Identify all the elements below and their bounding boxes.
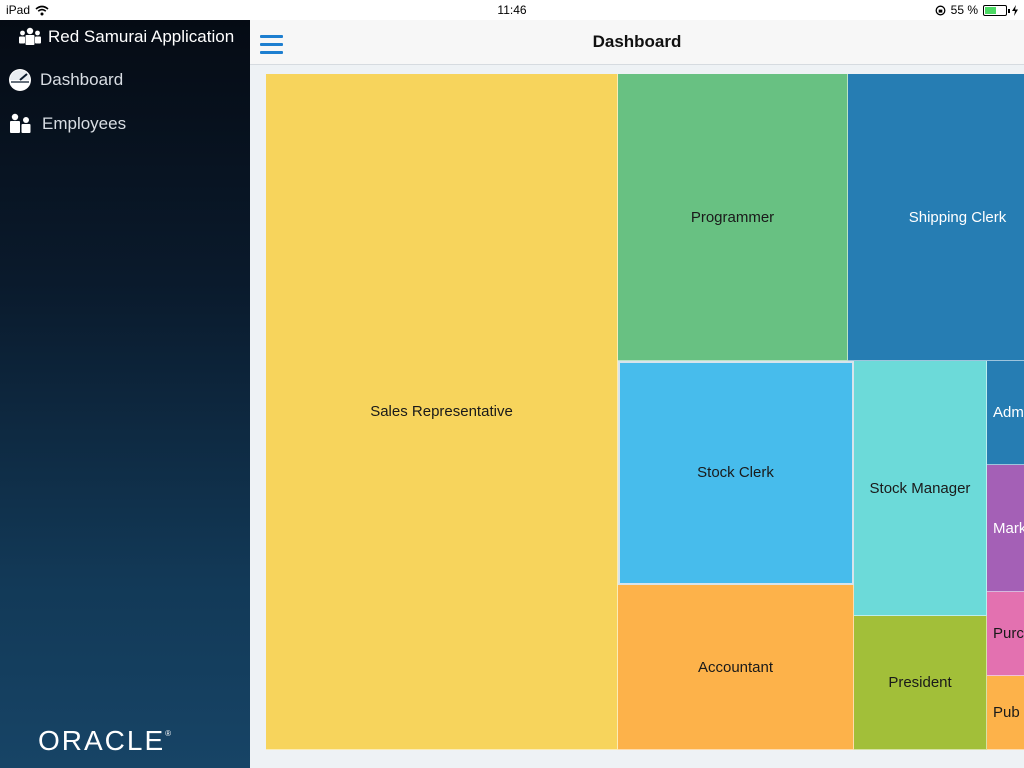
treemap-tile-marketing[interactable]: Mark	[987, 465, 1024, 592]
battery-percent: 55 %	[950, 3, 978, 17]
sidebar-item-label: Employees	[42, 114, 127, 133]
oracle-logo: ORACLE®	[38, 725, 172, 756]
treemap-tile-administration[interactable]: Adm	[987, 361, 1024, 465]
rotation-lock-icon	[935, 5, 946, 15]
main-content: Sales Representative Programmer Shipping…	[250, 65, 1024, 768]
treemap-tile-shipping-clerk[interactable]: Shipping Clerk	[848, 74, 1024, 361]
treemap-tile-accountant[interactable]: Accountant	[618, 585, 854, 750]
treemap-tile-purchasing[interactable]: Purc	[987, 592, 1024, 676]
page-title: Dashboard	[592, 32, 682, 51]
sidebar-item-dashboard[interactable]: Dashboard	[8, 68, 123, 92]
header: Dashboard	[250, 20, 1024, 65]
sidebar-item-label: Dashboard	[40, 70, 124, 89]
people-icon	[10, 113, 31, 133]
charging-icon	[1012, 4, 1018, 16]
treemap-tile-stock-clerk[interactable]: Stock Clerk	[618, 361, 854, 585]
sidebar-item-employees[interactable]: Employees	[8, 113, 126, 135]
status-bar: iPad 11:46 55 %	[0, 0, 1024, 20]
treemap-tile-sales-representative[interactable]: Sales Representative	[266, 74, 618, 750]
status-right: 55 %	[935, 3, 1018, 17]
treemap-tile-stock-manager[interactable]: Stock Manager	[854, 361, 987, 616]
dashboard-icon	[9, 69, 31, 91]
battery-icon	[983, 4, 1010, 16]
sidebar: Red Samurai Application Dashboard Employ…	[0, 20, 250, 768]
treemap: Sales Representative Programmer Shipping…	[250, 65, 1024, 768]
battery-fill	[985, 6, 996, 14]
treemap-tile-programmer[interactable]: Programmer	[618, 74, 848, 361]
treemap-tile-public[interactable]: Pub	[987, 676, 1024, 750]
status-time: 11:46	[497, 3, 527, 17]
treemap-tile-president[interactable]: President	[854, 616, 987, 750]
